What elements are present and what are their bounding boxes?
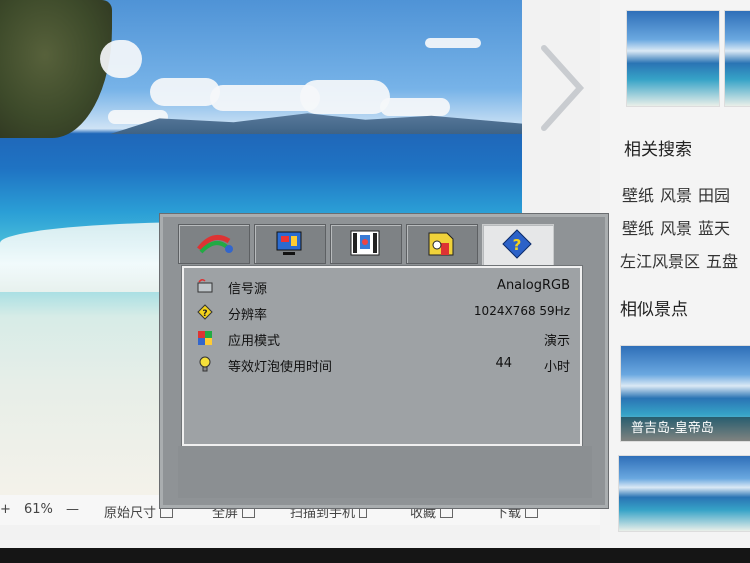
tab-color[interactable] [178, 224, 250, 264]
similar-spot-card[interactable]: 普吉岛-皇帝岛 [620, 345, 750, 442]
similar-spot-card[interactable] [618, 455, 750, 532]
svg-text:?: ? [202, 309, 207, 319]
thumbnail-image[interactable] [626, 10, 720, 107]
settings-icon [350, 230, 380, 256]
osd-tab-bar: ? [178, 224, 592, 266]
tab-information[interactable]: ? [482, 224, 554, 266]
options-icon [428, 232, 454, 256]
cloud [380, 98, 450, 116]
cliff [0, 0, 112, 138]
info-label: 信号源 [228, 282, 268, 297]
osd-info-panel: 信号源 AnalogRGB ? 分辨率 1024X768 59Hz 应用模式 演… [182, 266, 582, 446]
cloud [100, 40, 142, 78]
zoom-level: 61% [24, 502, 53, 517]
question-icon: ? [502, 229, 532, 259]
info-value: 44 [495, 356, 512, 371]
original-size-label: 原始尺寸 [104, 506, 157, 521]
osd-footer [178, 446, 592, 498]
app-mode-icon [198, 331, 212, 345]
tab-settings[interactable] [330, 224, 402, 264]
info-label: 应用模式 [228, 334, 281, 349]
tab-options[interactable] [406, 224, 478, 264]
cloud [150, 78, 220, 106]
related-row: 壁纸 风景 田园 [622, 182, 736, 206]
info-label: 等效灯泡使用时间 [228, 360, 333, 375]
related-link[interactable]: 风景 [660, 182, 692, 206]
info-unit: 小时 [543, 360, 570, 375]
display-icon [276, 231, 302, 255]
related-link[interactable]: 五盘 [706, 248, 738, 272]
similar-spot-caption: 普吉岛-皇帝岛 [621, 417, 750, 441]
info-value: AnalogRGB [497, 278, 570, 293]
related-link[interactable]: 壁纸 [622, 215, 654, 239]
cloud [425, 38, 481, 48]
related-link[interactable]: 蓝天 [698, 215, 730, 239]
right-panel: 相关搜索 壁纸 风景 田园 壁纸 风景 蓝天 左江风景区 五盘 相似景点 普吉岛-皇帝岛 [600, 0, 750, 548]
osd-menu: ? 信号源 AnalogRGB ? 分辨率 1024X768 59Hz 应用模式… [159, 213, 609, 509]
info-row-resolution: ? 分辨率 1024X768 59Hz [192, 302, 576, 324]
related-link[interactable]: 田园 [698, 182, 730, 206]
info-row-lamp-hours: 等效灯泡使用时间 44 小时 [192, 354, 576, 376]
related-link[interactable]: 左江风景区 [620, 248, 700, 272]
related-link[interactable]: 壁纸 [622, 182, 654, 206]
related-search-title: 相关搜索 [624, 140, 692, 160]
related-row: 左江风景区 五盘 [620, 248, 744, 272]
thumbnail-image[interactable] [724, 10, 750, 107]
similar-spots-title: 相似景点 [620, 300, 688, 320]
tab-display[interactable] [254, 224, 326, 264]
related-row: 壁纸 风景 蓝天 [622, 215, 736, 239]
palette-icon [197, 234, 233, 254]
next-image-icon[interactable] [532, 38, 592, 138]
info-row-app-mode: 应用模式 演示 [192, 328, 576, 350]
related-link[interactable]: 风景 [660, 215, 692, 239]
zoom-in-button[interactable]: + [0, 502, 11, 517]
info-label: 分辨率 [228, 308, 268, 323]
lamp-icon [199, 356, 211, 372]
svg-text:?: ? [513, 236, 522, 254]
zoom-out-button[interactable]: — [66, 502, 79, 517]
info-value: 演示 [543, 334, 570, 349]
cloud [300, 80, 390, 114]
info-row-signal-source: 信号源 AnalogRGB [192, 276, 576, 298]
screen: 相关搜索 壁纸 风景 田园 壁纸 风景 蓝天 左江风景区 五盘 相似景点 普吉岛-皇帝岛 … [0, 0, 750, 548]
signal-source-icon [197, 278, 213, 293]
resolution-icon: ? [197, 304, 213, 320]
info-value: 1024X768 59Hz [473, 304, 570, 318]
